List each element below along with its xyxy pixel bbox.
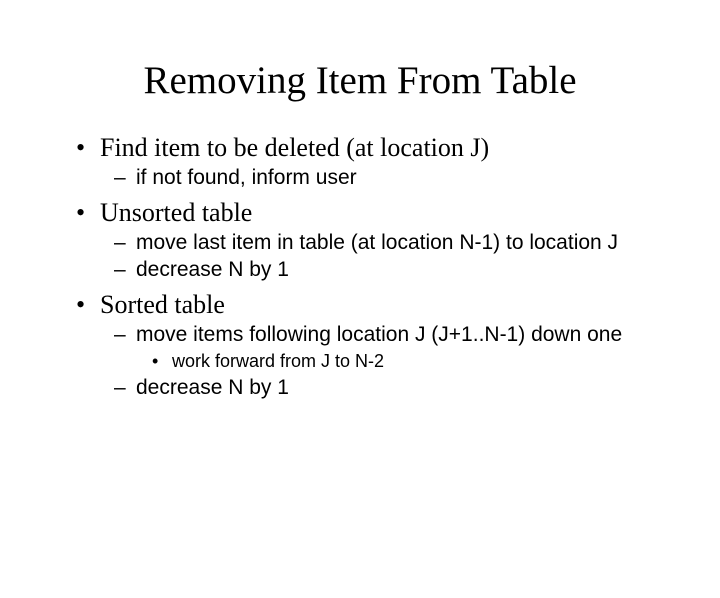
bullet-level3: work forward from J to N-2 [72,351,680,372]
slide-title: Removing Item From Table [0,58,720,103]
slide-content: Find item to be deleted (at location J) … [72,133,680,400]
bullet-level2: if not found, inform user [72,166,680,190]
bullet-level1: Sorted table [72,290,680,320]
slide: Removing Item From Table Find item to be… [0,58,720,598]
bullet-level2: move last item in table (at location N-1… [72,231,680,255]
bullet-level2: decrease N by 1 [72,376,680,400]
bullet-level1: Find item to be deleted (at location J) [72,133,680,163]
bullet-level2: move items following location J (J+1..N-… [72,323,680,347]
bullet-level1: Unsorted table [72,198,680,228]
bullet-level2: decrease N by 1 [72,258,680,282]
